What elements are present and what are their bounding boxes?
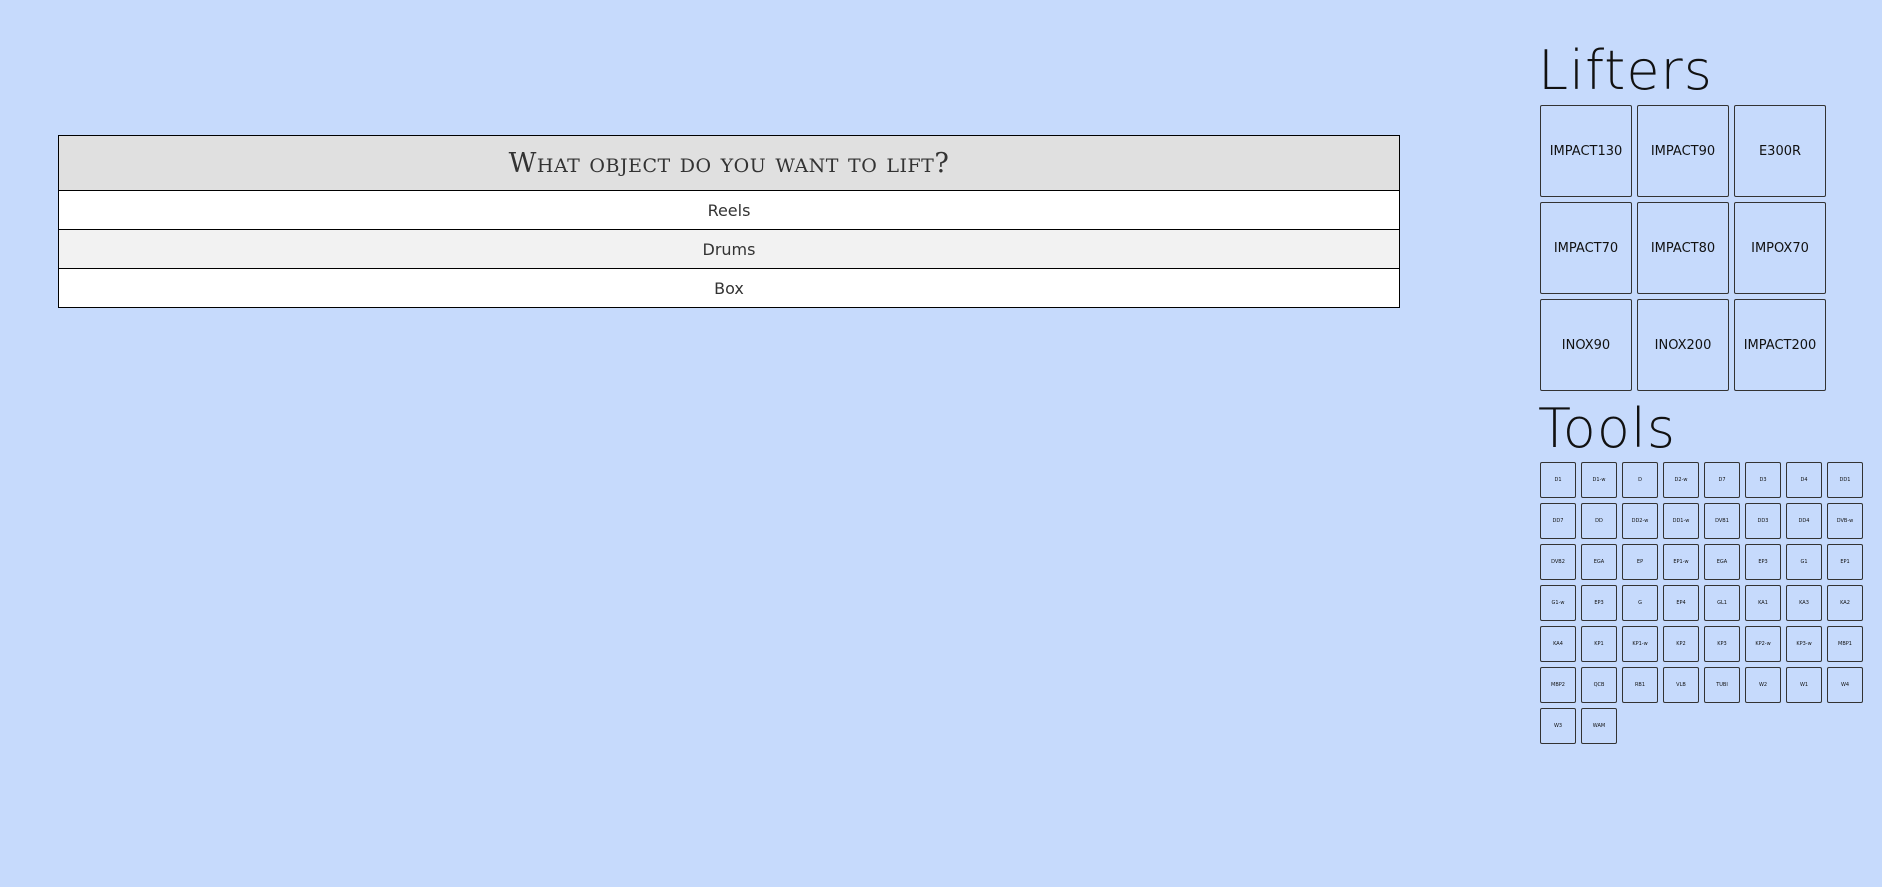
tool-button-dd3[interactable]: DD3: [1745, 503, 1781, 539]
tool-button-w4[interactable]: W4: [1827, 667, 1863, 703]
option-list: Reels Drums Box: [59, 191, 1399, 307]
tool-button-g[interactable]: G: [1622, 585, 1658, 621]
lifters-grid: IMPACT130 IMPACT90 E300R IMPACT70 IMPACT80 IM…: [1540, 105, 1826, 391]
tool-button-ka2[interactable]: KA2: [1827, 585, 1863, 621]
option-drums[interactable]: Drums: [59, 230, 1399, 269]
tool-button-g1[interactable]: G1: [1786, 544, 1822, 580]
lifter-button-e300r[interactable]: E300R: [1734, 105, 1826, 197]
tool-button-w3[interactable]: W3: [1540, 708, 1576, 744]
tool-button-dd2-w[interactable]: DD2-w: [1622, 503, 1658, 539]
tool-button-g1-w[interactable]: G1-w: [1540, 585, 1576, 621]
tool-button-ep3[interactable]: EP3: [1745, 544, 1781, 580]
tool-button-ep[interactable]: EP: [1622, 544, 1658, 580]
question-title: What object do you want to lift?: [59, 136, 1399, 191]
tool-button-kp1[interactable]: KP1: [1581, 626, 1617, 662]
tool-button-dd[interactable]: DD: [1581, 503, 1617, 539]
tool-button-d1[interactable]: D1: [1540, 462, 1576, 498]
lifter-button-impact200[interactable]: IMPACT200: [1734, 299, 1826, 391]
tool-button-d3[interactable]: D3: [1745, 462, 1781, 498]
lifter-button-inox90[interactable]: INOX90: [1540, 299, 1632, 391]
lifter-button-inox200[interactable]: INOX200: [1637, 299, 1729, 391]
tool-button-dd4[interactable]: DD4: [1786, 503, 1822, 539]
tool-button-ka1[interactable]: KA1: [1745, 585, 1781, 621]
lifter-button-impact80[interactable]: IMPACT80: [1637, 202, 1729, 294]
tools-heading: Tools: [1538, 397, 1677, 460]
tool-button-tubi[interactable]: TUBI: [1704, 667, 1740, 703]
tool-button-kp1-w[interactable]: KP1-w: [1622, 626, 1658, 662]
tool-button-qcb[interactable]: QCB: [1581, 667, 1617, 703]
option-reels[interactable]: Reels: [59, 191, 1399, 230]
lifter-button-impact90[interactable]: IMPACT90: [1637, 105, 1729, 197]
tool-button-dd1-w[interactable]: DD1-w: [1663, 503, 1699, 539]
tool-button-ka4[interactable]: KA4: [1540, 626, 1576, 662]
option-box[interactable]: Box: [59, 269, 1399, 307]
tool-button-d2-w[interactable]: D2-w: [1663, 462, 1699, 498]
tool-button-d1-w[interactable]: D1-w: [1581, 462, 1617, 498]
tool-button-wam[interactable]: WAM: [1581, 708, 1617, 744]
lifters-heading: Lifters: [1538, 39, 1713, 102]
tool-button-dvb-w[interactable]: DVB-w: [1827, 503, 1863, 539]
tools-grid: D1 D1-w D D2-w D7 D3 D4 DD1 DD7 DD DD2-w DD1-w DVB1 D…: [1540, 462, 1863, 744]
tool-button-rb1[interactable]: RB1: [1622, 667, 1658, 703]
tool-button-dvb1[interactable]: DVB1: [1704, 503, 1740, 539]
tool-button-dd1[interactable]: DD1: [1827, 462, 1863, 498]
tool-button-ega[interactable]: EGA: [1581, 544, 1617, 580]
tool-button-mbp1[interactable]: MBP1: [1827, 626, 1863, 662]
tool-button-d[interactable]: D: [1622, 462, 1658, 498]
tool-button-kp2-w[interactable]: KP2-w: [1745, 626, 1781, 662]
tool-button-kp3-w[interactable]: KP3-w: [1786, 626, 1822, 662]
tool-button-kp2[interactable]: KP2: [1663, 626, 1699, 662]
tool-button-ep4[interactable]: EP4: [1663, 585, 1699, 621]
tool-button-w1[interactable]: W1: [1786, 667, 1822, 703]
tool-button-mbp2[interactable]: MBP2: [1540, 667, 1576, 703]
tool-button-dvb2[interactable]: DVB2: [1540, 544, 1576, 580]
object-question-table: What object do you want to lift? Reels Dr…: [58, 135, 1400, 308]
tool-button-ega[interactable]: EGA: [1704, 544, 1740, 580]
tool-button-dd7[interactable]: DD7: [1540, 503, 1576, 539]
lifter-button-impact70[interactable]: IMPACT70: [1540, 202, 1632, 294]
tool-button-ep1[interactable]: EP1: [1827, 544, 1863, 580]
tool-button-kp3[interactable]: KP3: [1704, 626, 1740, 662]
tool-button-w2[interactable]: W2: [1745, 667, 1781, 703]
tool-button-d7[interactable]: D7: [1704, 462, 1740, 498]
tool-button-ka3[interactable]: KA3: [1786, 585, 1822, 621]
lifter-button-impact130[interactable]: IMPACT130: [1540, 105, 1632, 197]
tool-button-gl1[interactable]: GL1: [1704, 585, 1740, 621]
tool-button-ep1-w[interactable]: EP1-w: [1663, 544, 1699, 580]
lifter-button-impox70[interactable]: IMPOX70: [1734, 202, 1826, 294]
tool-button-ep3[interactable]: EP3: [1581, 585, 1617, 621]
tool-button-vlb[interactable]: VLB: [1663, 667, 1699, 703]
tool-button-d4[interactable]: D4: [1786, 462, 1822, 498]
